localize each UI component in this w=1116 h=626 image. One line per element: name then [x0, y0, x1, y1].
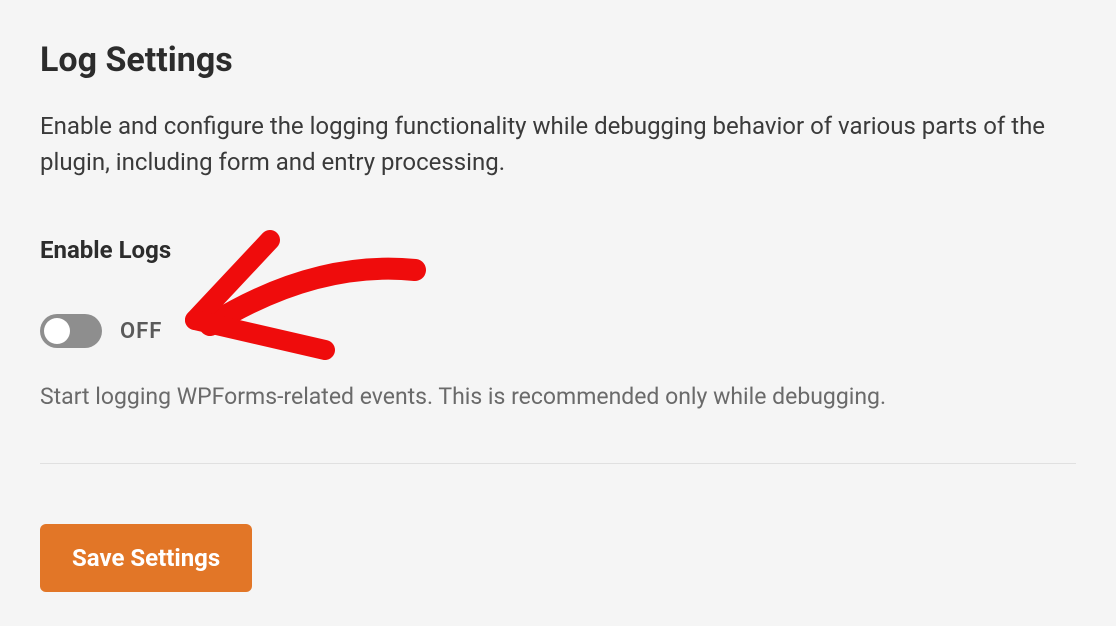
section-title: Log Settings: [40, 40, 1076, 80]
save-settings-button[interactable]: Save Settings: [40, 524, 252, 592]
toggle-knob-icon: [44, 318, 70, 344]
toggle-state-label: OFF: [120, 319, 162, 344]
enable-logs-toggle[interactable]: [40, 314, 102, 348]
section-divider: [40, 463, 1076, 464]
enable-logs-help: Start logging WPForms-related events. Th…: [40, 380, 1076, 415]
enable-logs-label: Enable Logs: [40, 236, 1076, 264]
section-description: Enable and configure the logging functio…: [40, 108, 1060, 180]
enable-logs-toggle-row: OFF: [40, 314, 1076, 348]
